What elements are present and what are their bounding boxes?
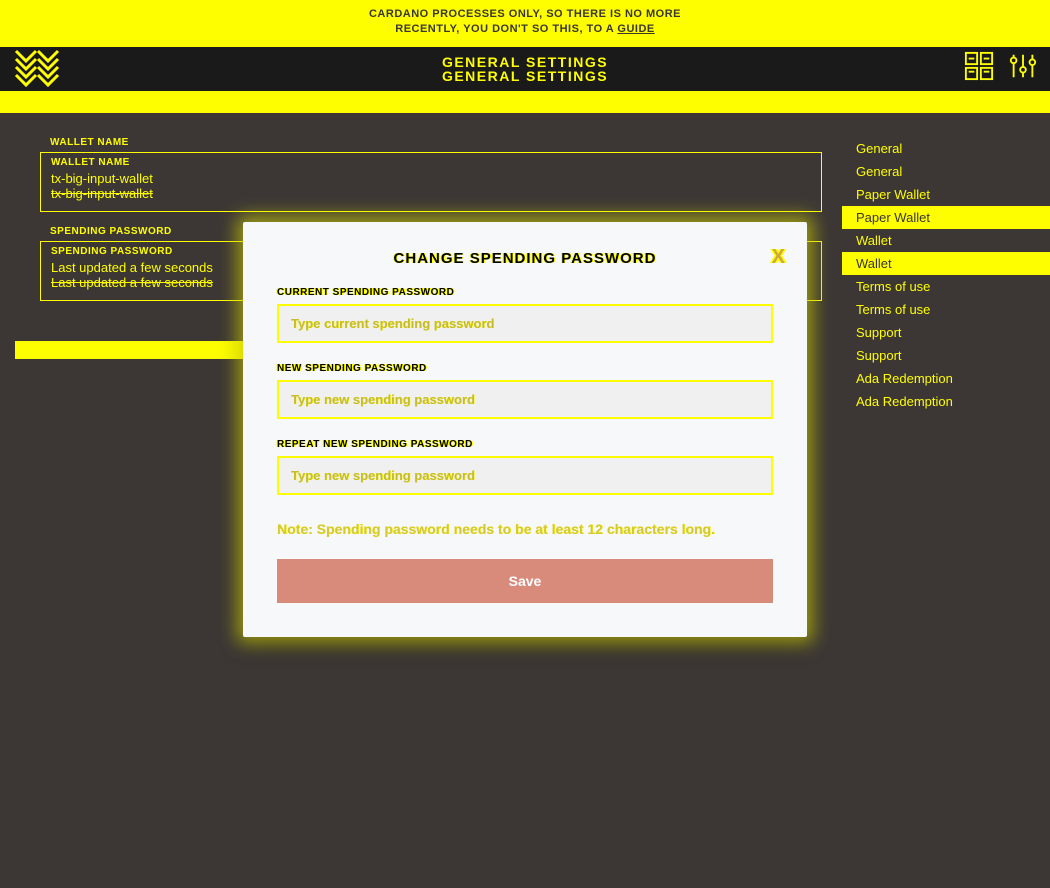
banner-link[interactable]: GUIDE <box>617 23 654 35</box>
sidebar: GeneralGeneralPaper WalletPaper WalletWa… <box>842 113 1050 413</box>
sidebar-item-ada-redemption-10[interactable]: Ada Redemption <box>842 367 1050 390</box>
sidebar-item-wallet-5[interactable]: Wallet <box>842 252 1050 275</box>
wallet-name-field[interactable]: WALLET NAME tx-big-input-wallet tx-big-i… <box>40 152 822 212</box>
password-note: Note: Spending password needs to be at l… <box>277 521 773 537</box>
grid-icon[interactable] <box>964 51 994 87</box>
wallet-name-label: WALLET NAME <box>51 157 811 168</box>
top-banner: CARDANO PROCESSES ONLY, SO THERE IS NO M… <box>0 0 1050 47</box>
current-password-label: CURRENT SPENDING PASSWORD <box>277 287 773 298</box>
wallet-name-label-out: WALLET NAME <box>40 137 822 148</box>
modal-title: CHANGE SPENDING PASSWORD <box>277 250 773 267</box>
save-button[interactable]: Save <box>277 559 773 603</box>
sidebar-item-ada-redemption-11[interactable]: Ada Redemption <box>842 390 1050 413</box>
yellow-strip <box>0 91 1050 113</box>
sidebar-item-general-0[interactable]: General <box>842 137 1050 160</box>
wallet-name-value: tx-big-input-wallet <box>51 171 811 186</box>
sidebar-item-paper-wallet-3[interactable]: Paper Wallet <box>842 206 1050 229</box>
sidebar-item-paper-wallet-2[interactable]: Paper Wallet <box>842 183 1050 206</box>
wallet-name-value-dup: tx-big-input-wallet <box>51 186 811 201</box>
repeat-password-input[interactable] <box>277 456 773 495</box>
sidebar-item-terms-of-use-6[interactable]: Terms of use <box>842 275 1050 298</box>
close-icon[interactable]: X <box>772 246 783 269</box>
sliders-icon[interactable] <box>1008 51 1038 87</box>
header-bar: GENERAL SETTINGS GENERAL SETTINGS <box>0 47 1050 91</box>
sidebar-item-support-9[interactable]: Support <box>842 344 1050 367</box>
banner-line-1: CARDANO PROCESSES ONLY, SO THERE IS NO M… <box>0 8 1050 20</box>
sidebar-item-general-1[interactable]: General <box>842 160 1050 183</box>
sidebar-item-wallet-4[interactable]: Wallet <box>842 229 1050 252</box>
chevrons-icon <box>12 47 62 91</box>
repeat-password-label: REPEAT NEW SPENDING PASSWORD <box>277 439 773 450</box>
page-title-dup: GENERAL SETTINGS <box>0 68 1050 84</box>
sidebar-item-terms-of-use-7[interactable]: Terms of use <box>842 298 1050 321</box>
banner-line-2: RECENTLY, YOU DON'T SO THIS, TO A GUIDE <box>0 23 1050 35</box>
change-password-modal: CHANGE SPENDING PASSWORD X CURRENT SPEND… <box>243 222 807 637</box>
sidebar-item-support-8[interactable]: Support <box>842 321 1050 344</box>
header-icons <box>964 51 1038 87</box>
current-password-input[interactable] <box>277 304 773 343</box>
new-password-input[interactable] <box>277 380 773 419</box>
new-password-label: NEW SPENDING PASSWORD <box>277 363 773 374</box>
